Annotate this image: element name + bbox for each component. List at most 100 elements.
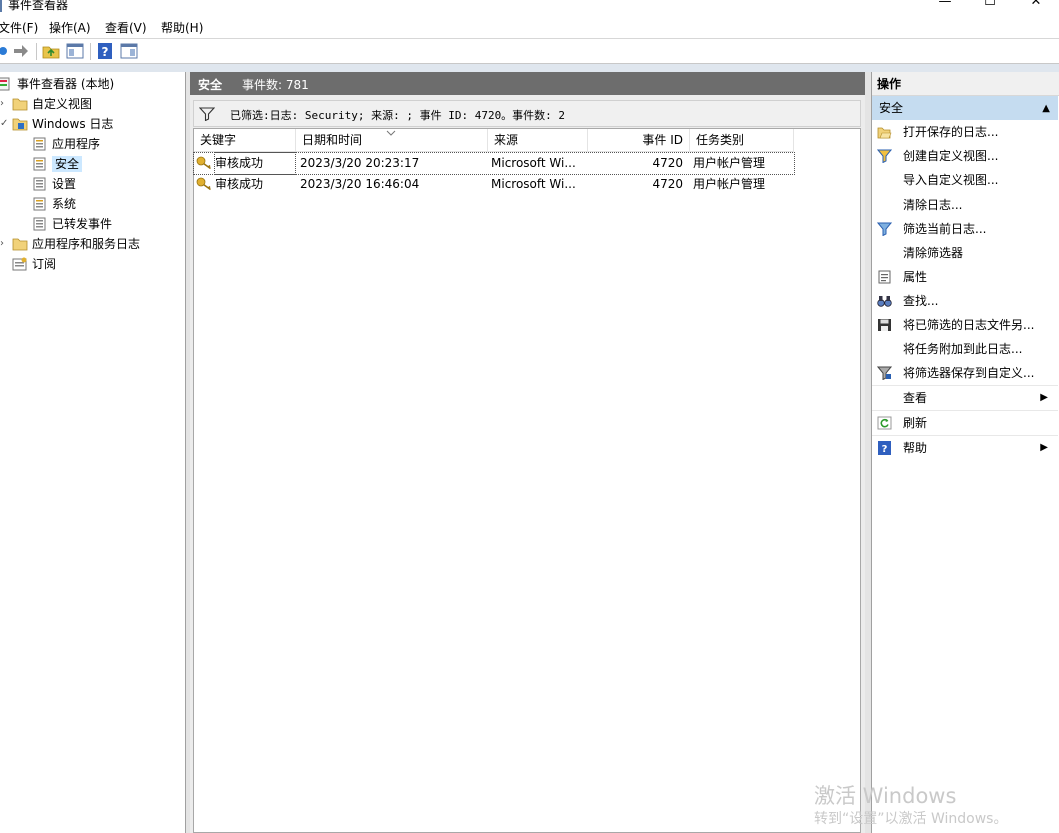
filter-icon <box>199 107 215 121</box>
subscription-icon <box>12 257 28 271</box>
events-table: 关键字 日期和时间 来源 事件 ID 任务类别 审核成功 2023/3/20 2… <box>193 128 861 833</box>
action-create-custom-view[interactable]: 创建自定义视图... <box>872 144 1058 168</box>
action-view[interactable]: 查看 ▶ <box>872 386 1058 410</box>
tree-item-system[interactable]: 系统 <box>32 194 76 214</box>
help-icon[interactable]: ? <box>96 42 114 60</box>
action-label: 导入自定义视图... <box>903 173 999 187</box>
action-clear-log[interactable]: 清除日志... <box>872 193 1058 217</box>
windows-logs-icon <box>12 117 28 131</box>
toolbar-separator <box>90 43 91 60</box>
action-refresh[interactable]: 刷新 <box>872 411 1058 435</box>
action-open-saved-log[interactable]: 打开保存的日志... <box>872 120 1058 144</box>
event-count: 事件数: 781 <box>242 78 309 92</box>
folder-up-icon[interactable] <box>42 42 60 60</box>
tree-item-setup[interactable]: 设置 <box>32 174 76 194</box>
maximize-button[interactable]: ☐ <box>980 0 1000 12</box>
column-header-task-category[interactable]: 任务类别 <box>690 129 794 152</box>
action-clear-filter[interactable]: 清除筛选器 <box>872 241 1058 265</box>
column-header-source[interactable]: 来源 <box>488 129 588 152</box>
sort-down-icon <box>386 130 396 136</box>
column-header-keyword[interactable]: 关键字 <box>194 129 296 152</box>
cell-task-category: 用户帐户管理 <box>693 156 766 170</box>
tree-item-label: 应用程序和服务日志 <box>32 237 141 251</box>
tree-item-custom-views[interactable]: 自定义视图 <box>12 94 92 114</box>
collapse-caret-icon[interactable]: ▲ <box>1042 97 1050 121</box>
tree-item-forwarded-events[interactable]: 已转发事件 <box>32 214 112 234</box>
cell-source: Microsoft Wi... <box>491 177 576 191</box>
title-bar: 事件查看器 — ☐ ✕ <box>0 0 1059 14</box>
open-folder-icon <box>877 127 892 139</box>
show-hide-tree-icon[interactable] <box>66 42 84 60</box>
tree-item-security[interactable]: 安全 <box>32 154 83 174</box>
properties-icon <box>878 270 891 284</box>
activation-watermark-subtitle: 转到“设置”以激活 Windows。 <box>814 811 1008 827</box>
cell-keyword: 审核成功 <box>215 177 264 191</box>
tree-item-label: 设置 <box>52 177 77 191</box>
action-label: 创建自定义视图... <box>903 149 999 163</box>
action-attach-task[interactable]: 将任务附加到此日志... <box>872 337 1058 361</box>
filter-description: 已筛选:日志: Security; 来源: ; 事件 ID: 4720。事件数:… <box>230 109 566 122</box>
action-label: 刷新 <box>903 416 928 430</box>
action-import-custom-view[interactable]: 导入自定义视图... <box>872 168 1058 192</box>
actions-title: 操作 <box>872 72 1059 96</box>
action-label: 查看 <box>903 391 928 405</box>
tree-item-application[interactable]: 应用程序 <box>32 134 100 154</box>
action-filter-current-log[interactable]: 筛选当前日志... <box>872 217 1058 241</box>
tree-item-app-services-logs[interactable]: 应用程序和服务日志 <box>12 234 140 254</box>
column-header-event-id[interactable]: 事件 ID <box>588 129 690 152</box>
submenu-arrow-icon: ▶ <box>1040 442 1048 453</box>
log-icon <box>32 177 48 191</box>
collapse-arrow-icon[interactable]: ✓ <box>0 118 8 129</box>
forward-icon[interactable] <box>12 42 30 60</box>
menu-action[interactable]: 操作(A) <box>49 19 91 36</box>
table-row[interactable]: 审核成功 2023/3/20 16:46:04 Microsoft Wi... … <box>194 174 794 195</box>
action-label: 打开保存的日志... <box>903 125 999 139</box>
back-icon[interactable] <box>0 42 12 60</box>
log-icon <box>32 197 48 211</box>
tree-item-root[interactable]: 事件查看器 (本地) <box>0 74 114 94</box>
tree-item-label: 安全 <box>52 156 83 172</box>
minimize-button[interactable]: — <box>935 0 955 12</box>
tree-item-subscriptions[interactable]: 订阅 <box>12 254 56 274</box>
activation-watermark-title: 激活 Windows <box>814 784 957 808</box>
toolbar: ? <box>0 39 1059 64</box>
action-help[interactable]: ? 帮助 ▶ <box>872 436 1058 460</box>
table-row[interactable]: 审核成功 2023/3/20 20:23:17 Microsoft Wi... … <box>193 152 795 175</box>
menu-file[interactable]: 文件(F) <box>0 19 38 36</box>
log-icon <box>32 137 48 151</box>
cell-event-id: 4720 <box>652 156 683 170</box>
tree-item-label: 订阅 <box>32 257 57 271</box>
cell-event-id: 4720 <box>652 177 683 191</box>
menu-help[interactable]: 帮助(H) <box>161 19 203 36</box>
action-save-filter-to-custom-view[interactable]: 将筛选器保存到自定义... <box>872 361 1058 385</box>
action-find[interactable]: 查找... <box>872 289 1058 313</box>
action-label: 筛选当前日志... <box>903 222 987 236</box>
cell-source: Microsoft Wi... <box>491 156 576 170</box>
menu-view[interactable]: 查看(V) <box>105 19 147 36</box>
svg-text:?: ? <box>102 45 109 59</box>
action-properties[interactable]: 属性 <box>872 265 1058 289</box>
close-button[interactable]: ✕ <box>1026 0 1046 12</box>
cell-task-category: 用户帐户管理 <box>693 177 766 191</box>
action-save-filtered-log[interactable]: 将已筛选的日志文件另... <box>872 313 1058 337</box>
cell-keyword: 审核成功 <box>214 152 296 175</box>
actions-pane: 操作 安全 ▲ 打开保存的日志... 创建自定义视图... 导入自定义视图...… <box>871 72 1059 833</box>
svg-text:?: ? <box>882 444 888 455</box>
cell-datetime: 2023/3/20 20:23:17 <box>300 156 420 170</box>
expand-arrow-icon[interactable]: › <box>0 238 4 249</box>
action-label: 属性 <box>903 270 928 284</box>
refresh-icon <box>877 416 892 430</box>
tree-item-label: 应用程序 <box>52 137 101 151</box>
navigation-tree: 事件查看器 (本地) › 自定义视图 ✓ Windows 日志 应用程序 安全 … <box>0 72 186 833</box>
action-label: 帮助 <box>903 441 928 455</box>
filter-bar: 已筛选:日志: Security; 来源: ; 事件 ID: 4720。事件数:… <box>193 100 861 127</box>
log-title: 安全 <box>198 78 223 92</box>
center-pane: 已筛选:日志: Security; 来源: ; 事件 ID: 4720。事件数:… <box>190 95 865 833</box>
tree-item-windows-logs[interactable]: Windows 日志 <box>12 114 113 134</box>
expand-arrow-icon[interactable]: › <box>0 98 4 109</box>
show-hide-action-icon[interactable] <box>120 42 138 60</box>
action-label: 将任务附加到此日志... <box>903 342 1023 356</box>
toolbar-separator <box>36 43 37 60</box>
action-label: 将已筛选的日志文件另... <box>903 318 1035 332</box>
actions-section-header[interactable]: 安全 ▲ <box>872 96 1058 120</box>
